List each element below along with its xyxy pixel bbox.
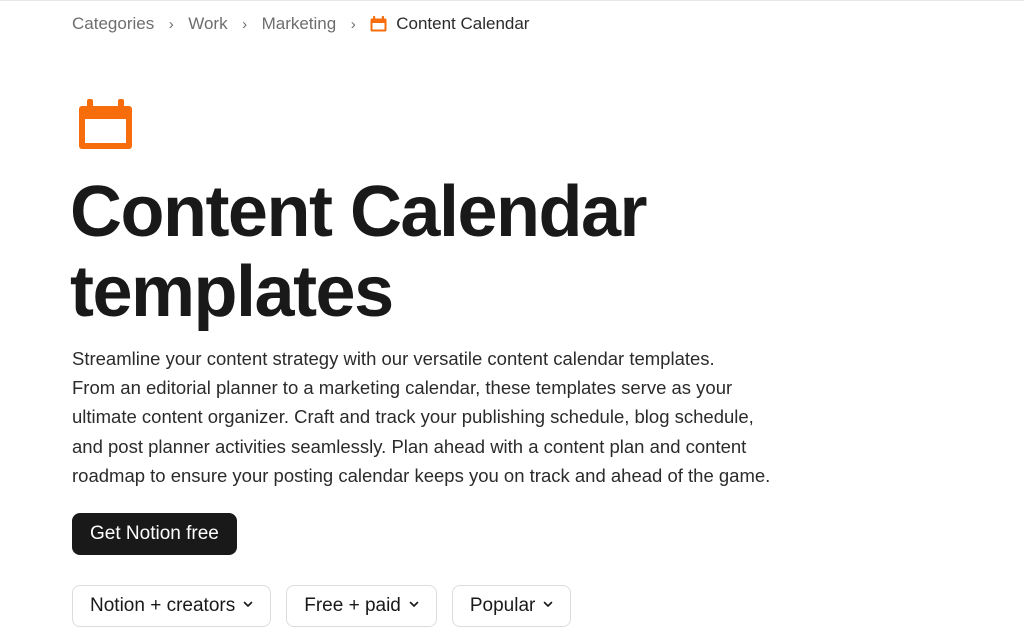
- description-line: ultimate content organizer. Craft and tr…: [72, 406, 754, 428]
- page-description: Streamline your content strategy with ou…: [72, 344, 862, 490]
- breadcrumb-marketing[interactable]: Marketing: [262, 14, 337, 34]
- chevron-right-icon: ›: [242, 15, 248, 33]
- chevron-down-icon: [543, 600, 553, 611]
- breadcrumb-work[interactable]: Work: [188, 14, 227, 34]
- get-notion-free-button[interactable]: Get Notion free: [72, 513, 237, 555]
- chevron-right-icon: ›: [350, 15, 356, 33]
- filter-label: Notion + creators: [90, 595, 236, 616]
- chevron-right-icon: ›: [168, 15, 174, 33]
- breadcrumb: Categories › Work › Marketing › Content …: [72, 14, 529, 34]
- filter-label: Free + paid: [304, 595, 401, 616]
- chevron-down-icon: [243, 600, 253, 611]
- top-divider: [0, 0, 1024, 1]
- breadcrumb-current-label: Content Calendar: [396, 14, 530, 33]
- sort-filter-dropdown[interactable]: Popular: [451, 585, 572, 627]
- filter-label: Popular: [469, 595, 536, 616]
- page-title: Content Calendar templates: [70, 172, 830, 332]
- price-filter-dropdown[interactable]: Free + paid: [286, 585, 437, 627]
- filter-bar: Notion + creators Free + paid Popular: [72, 585, 572, 627]
- calendar-icon: [370, 16, 387, 32]
- creator-filter-dropdown[interactable]: Notion + creators: [72, 585, 272, 627]
- description-line: roadmap to ensure your posting calendar …: [72, 464, 771, 486]
- description-line: Streamline your content strategy with ou…: [72, 348, 715, 369]
- calendar-icon: [79, 99, 132, 149]
- chevron-down-icon: [409, 600, 419, 611]
- breadcrumb-current: Content Calendar: [370, 14, 529, 34]
- page-title-line: Content Calendar: [70, 172, 648, 252]
- description-line: and post planner activities seamlessly. …: [72, 435, 747, 457]
- description-line: From an editorial planner to a marketing…: [72, 377, 733, 399]
- page-title-line: templates: [70, 252, 394, 332]
- breadcrumb-categories[interactable]: Categories: [72, 14, 154, 34]
